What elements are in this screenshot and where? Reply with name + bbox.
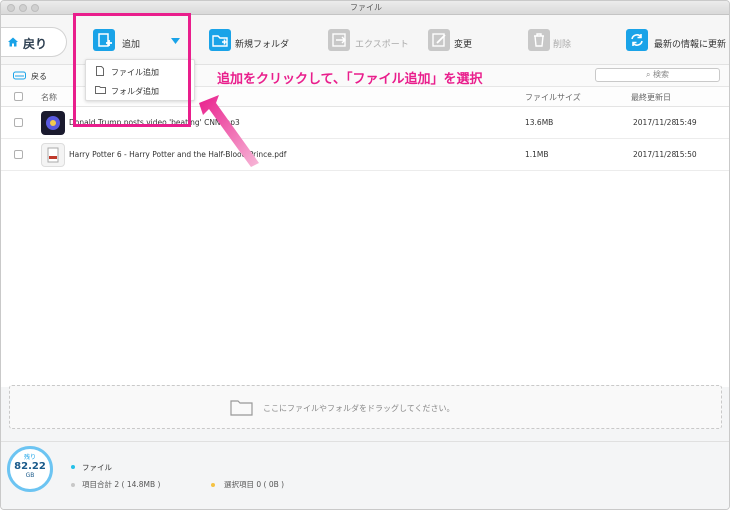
file-time: 15:49 <box>675 118 697 127</box>
back-button[interactable]: 戻り <box>1 27 67 57</box>
rename-button[interactable]: 変更 <box>428 27 478 55</box>
storage-unit: GB <box>25 472 35 479</box>
delete-label: 削除 <box>553 40 572 50</box>
new-folder-label: 新規フォルダ <box>235 40 290 50</box>
status-footer: 残り 82.22 GB ファイル 項目合計 2 ( 14.8MB ) 選択項目 … <box>1 441 729 509</box>
annotation-callout: 追加をクリックして、「ファイル追加」を選択 <box>217 72 483 87</box>
app-window: ファイル 戻り 追加 新規フォルダ エクスポート 変更 削除 最新の情報に更新 … <box>0 0 730 510</box>
category-dot <box>71 465 75 469</box>
row-checkbox[interactable] <box>14 150 23 159</box>
folder-icon <box>230 400 253 416</box>
back-button-label: 戻り <box>23 37 48 51</box>
edit-icon <box>428 29 450 51</box>
file-date: 2017/11/28 <box>633 118 677 127</box>
table-row[interactable]: Harry Potter 6 - Harry Potter and the Ha… <box>1 139 729 171</box>
annotation-arrow-icon <box>199 95 259 167</box>
back-nav-label: 戻る <box>31 72 47 81</box>
drop-zone-text: ここにファイルやフォルダをドラッグしてください。 <box>263 404 455 413</box>
refresh-icon <box>626 29 648 51</box>
storage-gauge: 残り 82.22 GB <box>7 446 53 492</box>
refresh-label: 最新の情報に更新 <box>654 40 727 50</box>
export-label: エクスポート <box>355 40 409 50</box>
home-icon <box>8 37 18 47</box>
back-nav-button[interactable]: 戻る <box>13 70 63 82</box>
row-checkbox[interactable] <box>14 118 23 127</box>
selected-items: 選択項目 0 ( 0B ) <box>224 480 285 489</box>
drop-zone[interactable]: ここにファイルやフォルダをドラッグしてください。 <box>9 385 722 429</box>
selected-dot <box>211 483 215 487</box>
column-name[interactable]: 名称 <box>41 92 57 103</box>
window-title: ファイル <box>350 3 382 12</box>
pdf-file-icon <box>41 143 65 167</box>
search-input[interactable]: ⌕ 検索 <box>595 68 720 82</box>
total-dot <box>71 483 75 487</box>
category-label: ファイル <box>82 463 112 472</box>
trash-icon <box>528 29 550 51</box>
audio-file-icon <box>41 111 65 135</box>
file-time: 15:50 <box>675 150 697 159</box>
export-icon <box>328 29 350 51</box>
storage-remaining-label: 残り <box>23 454 36 461</box>
file-table: 名称 ファイルサイズ 最終更新日 Donald Trump posts vide… <box>1 87 729 387</box>
file-size: 13.6MB <box>525 118 554 127</box>
column-modified[interactable]: 最終更新日 <box>631 92 671 103</box>
column-size[interactable]: ファイルサイズ <box>525 92 581 103</box>
search-icon: ⌕ <box>645 70 651 79</box>
export-button[interactable]: エクスポート <box>328 27 413 55</box>
refresh-button[interactable]: 最新の情報に更新 <box>626 27 728 55</box>
new-folder-icon <box>209 29 231 51</box>
file-date: 2017/11/28 <box>633 150 677 159</box>
file-size: 1.1MB <box>525 150 549 159</box>
delete-button[interactable]: 削除 <box>528 27 578 55</box>
search-placeholder: 検索 <box>653 70 670 79</box>
select-all-checkbox[interactable] <box>14 92 23 101</box>
new-folder-button[interactable]: 新規フォルダ <box>209 27 299 55</box>
annotation-highlight-box <box>73 13 191 127</box>
drive-icon <box>13 71 26 80</box>
rename-label: 変更 <box>454 40 473 50</box>
total-items: 項目合計 2 ( 14.8MB ) <box>82 480 161 489</box>
storage-value: 82.22 <box>14 461 46 472</box>
